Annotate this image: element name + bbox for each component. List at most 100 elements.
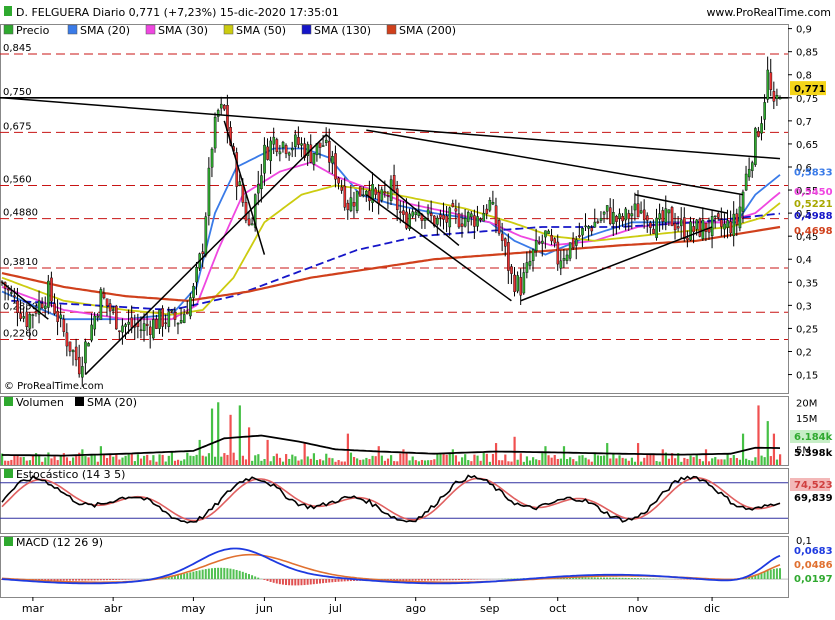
volume-bar (547, 455, 550, 465)
volume-bar (362, 459, 365, 465)
volume-bar (380, 455, 383, 465)
candle-body (460, 223, 464, 227)
volume-bar (581, 455, 584, 465)
legend-label: SMA (200) (399, 24, 456, 37)
volume-bar (4, 460, 7, 465)
candle-body (593, 221, 597, 228)
month-label: sep (480, 602, 499, 615)
volume-bar (683, 457, 686, 465)
candle-body (775, 95, 779, 100)
volume-bar (408, 460, 411, 465)
volume-bar (479, 460, 482, 465)
volume-bar (257, 454, 260, 465)
candle-body (599, 218, 603, 221)
volume-bar (643, 457, 646, 465)
candle-body (528, 260, 532, 266)
candle-body (689, 221, 692, 241)
volume-bar (65, 457, 69, 465)
volume-bar (584, 457, 587, 465)
legend-swatch (301, 24, 312, 35)
macd-hist-bar (763, 571, 766, 580)
volume-bar (105, 457, 109, 465)
candle-body (760, 123, 763, 134)
candle-body (102, 293, 106, 299)
macd-hist-bar (646, 578, 649, 580)
candle-body (744, 173, 748, 191)
candle-body (510, 266, 513, 274)
candle-body (757, 131, 760, 137)
volume-bar (343, 461, 346, 465)
volume-bar (47, 452, 50, 465)
volume-bar (38, 455, 41, 465)
candle-body (494, 205, 498, 225)
stochastic-axis: 74,523 69,839 (790, 478, 833, 504)
macd-hist-bar (207, 568, 210, 580)
candle-body (590, 227, 594, 232)
candle-body (732, 213, 736, 237)
candle-body (664, 208, 668, 223)
candle-body (40, 303, 44, 309)
macd-hist-bar (430, 579, 433, 581)
volume-bar (538, 460, 541, 465)
candle-body (729, 221, 733, 234)
candle-body (189, 297, 192, 317)
macd-hist-bar (269, 579, 272, 582)
macd-hist-bar (109, 579, 112, 581)
volume-bar (235, 460, 238, 465)
stoch-last-label: 69,839 (794, 493, 833, 504)
last-value-label: 0,4698 (794, 226, 833, 237)
volume-bar (365, 457, 368, 465)
price-tick-label: 0,85 (796, 48, 818, 59)
candle-body (219, 103, 223, 109)
volume-bar (186, 452, 189, 465)
volume-bar (90, 455, 93, 465)
macd-hist-bar (603, 577, 606, 580)
candle-body (448, 207, 452, 228)
candle-body (578, 235, 581, 237)
month-label: jun (255, 602, 273, 615)
candle-body (204, 216, 208, 256)
volume-bar (386, 458, 390, 465)
candle-body (386, 195, 390, 197)
candle-body (575, 239, 578, 246)
volume-axis: 20M15M10M5M6.184k5.398k (790, 398, 833, 459)
candle-body (612, 212, 615, 225)
volume-bar (726, 453, 729, 465)
candle-body (179, 320, 183, 323)
volume-bar (306, 456, 309, 465)
macd-hist-bar (81, 579, 84, 581)
volume-bar (315, 460, 319, 465)
candle-body (210, 148, 214, 168)
macd-hist-bar (433, 579, 436, 581)
candle-body (22, 316, 26, 319)
candle-body (201, 251, 205, 255)
stock-chart: D. FELGUERA Diario 0,771 (+7,23%) 15-dic… (0, 0, 835, 615)
macd-hist-bar (65, 579, 68, 581)
volume-bar (229, 414, 232, 465)
macd-hist-bar (99, 579, 102, 581)
volume-bar (751, 460, 754, 465)
candle-body (454, 208, 458, 212)
candle-body (334, 153, 337, 180)
macd-hist-bar (254, 576, 257, 580)
volume-bar (562, 446, 566, 465)
volume-bar (445, 454, 448, 465)
site-link[interactable]: www.ProRealTime.com (706, 6, 831, 19)
legend-swatch (4, 397, 13, 406)
macd-hist-bar (183, 573, 186, 580)
candle-body (195, 267, 198, 283)
macd-axis: 0,10,06830,04860,0197 (794, 536, 833, 585)
candle-body (186, 312, 189, 315)
volume-tick-label: 15M (796, 414, 817, 425)
volume-bar (368, 459, 371, 465)
macd-hist-bar (766, 570, 769, 580)
candle-body (482, 212, 486, 222)
candle-body (47, 280, 50, 308)
macd-hist-bar (294, 579, 297, 586)
candle-body (152, 319, 155, 339)
volume-bar (210, 408, 214, 465)
volume-bar (303, 443, 306, 465)
volume-bar (528, 460, 532, 465)
macd-hist-bar (420, 579, 423, 581)
candle-body (170, 309, 174, 312)
